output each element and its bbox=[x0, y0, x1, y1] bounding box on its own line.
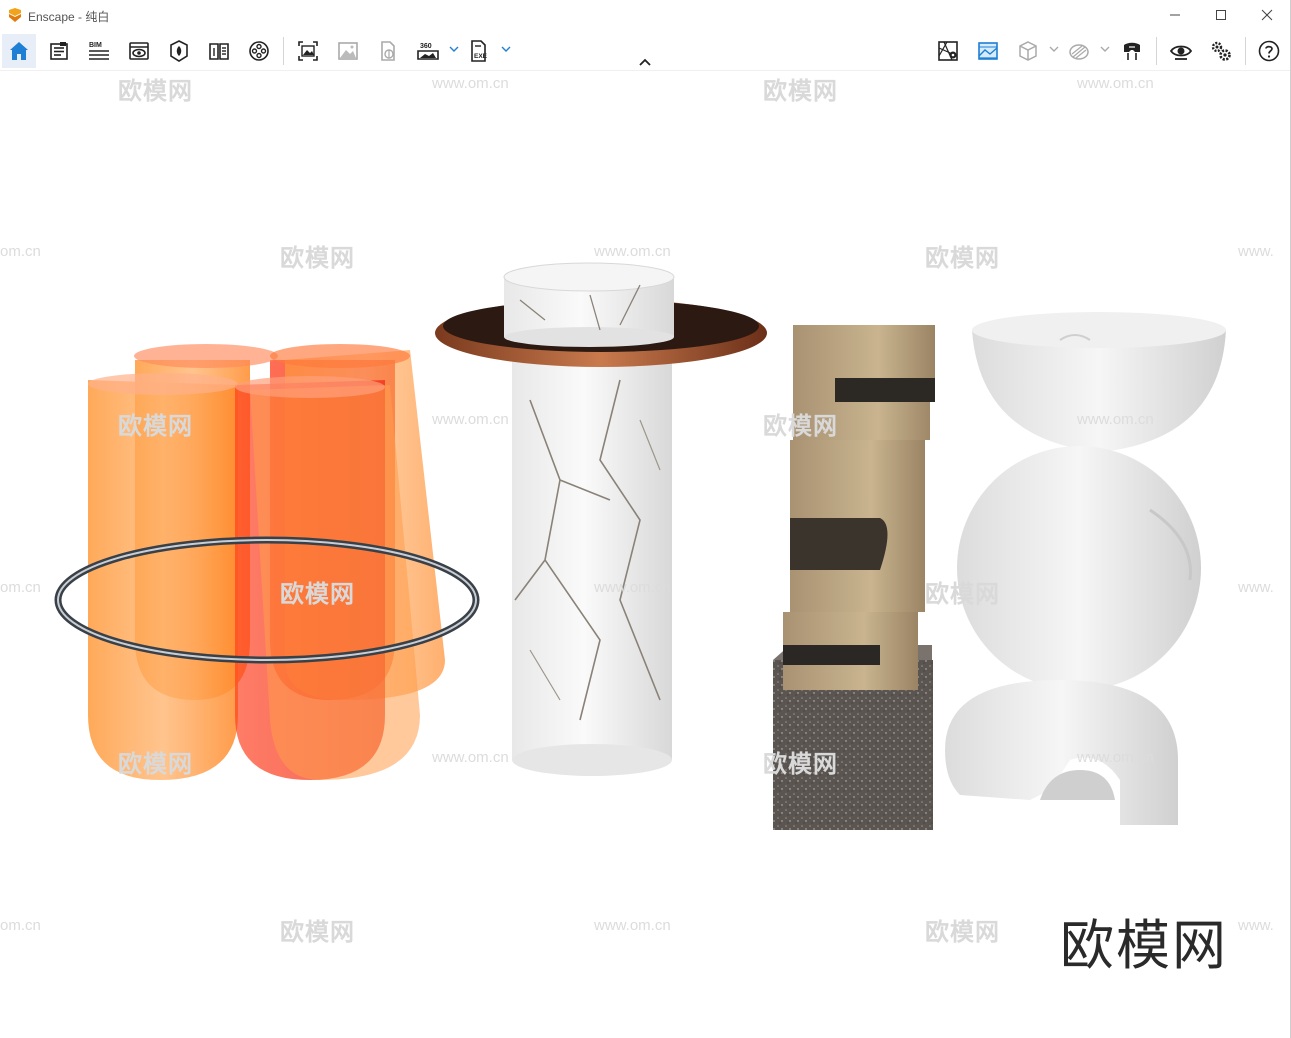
asset-library-button[interactable] bbox=[162, 34, 196, 68]
eye-view-button[interactable] bbox=[1164, 34, 1198, 68]
toolbar-separator bbox=[283, 37, 284, 65]
web-standalone-button[interactable] bbox=[371, 34, 405, 68]
watermark-url: www.om.cn bbox=[432, 749, 509, 766]
watermark-url: www. bbox=[1238, 243, 1274, 260]
light-view-button[interactable] bbox=[1062, 34, 1096, 68]
watermark: 欧模网 bbox=[763, 751, 838, 778]
home-button[interactable] bbox=[2, 34, 36, 68]
watermark-url: om.cn bbox=[0, 917, 41, 934]
watermark-url: www.om.cn bbox=[1077, 411, 1154, 428]
material-editor-icon bbox=[209, 43, 229, 60]
watermark: 欧模网 bbox=[118, 413, 193, 440]
watermark: 欧模网 bbox=[925, 245, 1000, 272]
watermark: 欧模网 bbox=[925, 919, 1000, 946]
help-icon bbox=[1258, 40, 1280, 62]
watermark: 欧模网 bbox=[763, 78, 838, 105]
watermark-url: www.om.cn bbox=[594, 579, 671, 596]
screenshot-button[interactable] bbox=[291, 34, 325, 68]
home-icon bbox=[10, 42, 28, 60]
exe-export-icon: EXE bbox=[471, 40, 488, 62]
toolbar-separator bbox=[1245, 37, 1246, 65]
marble-pillar-table bbox=[435, 262, 767, 776]
watermark-url: www.om.cn bbox=[1077, 749, 1154, 766]
maximize-button[interactable] bbox=[1209, 4, 1233, 26]
web-standalone-icon bbox=[381, 41, 395, 61]
video-editor-button[interactable] bbox=[242, 34, 276, 68]
svg-text:BIM: BIM bbox=[89, 42, 102, 49]
watermark: 欧模网 bbox=[280, 919, 355, 946]
cube-view-icon bbox=[1019, 41, 1037, 61]
vr-headset-button[interactable] bbox=[1115, 34, 1149, 68]
watermark: 欧模网 bbox=[118, 78, 193, 105]
watermark-url: www.om.cn bbox=[432, 75, 509, 92]
watermark: 欧模网 bbox=[763, 413, 838, 440]
watermark-url: www.om.cn bbox=[432, 411, 509, 428]
settings-icon bbox=[1211, 41, 1231, 61]
video-editor-icon bbox=[249, 41, 269, 61]
bim-info-button[interactable]: BIM bbox=[82, 34, 116, 68]
svg-text:360: 360 bbox=[420, 43, 432, 50]
material-editor-button[interactable] bbox=[202, 34, 236, 68]
chevron-down-icon[interactable] bbox=[501, 44, 511, 54]
help-button[interactable] bbox=[1252, 34, 1286, 68]
watermark: 欧模网 bbox=[118, 751, 193, 778]
panorama-360-icon: 360 bbox=[417, 43, 439, 60]
watermark-url: www.om.cn bbox=[594, 243, 671, 260]
watermark-url: om.cn bbox=[0, 243, 41, 260]
close-button[interactable] bbox=[1255, 4, 1279, 26]
view-management-button[interactable] bbox=[122, 34, 156, 68]
watermark-url: www. bbox=[1238, 579, 1274, 596]
close-icon bbox=[1261, 9, 1273, 21]
batch-render-icon bbox=[338, 42, 358, 60]
watermark-url: www.om.cn bbox=[594, 917, 671, 934]
maximize-icon bbox=[1216, 10, 1226, 20]
screenshot-icon bbox=[298, 41, 318, 61]
exe-export-button[interactable]: EXE bbox=[462, 34, 496, 68]
minimize-button[interactable] bbox=[1163, 4, 1187, 26]
map-icon bbox=[938, 41, 958, 61]
watermark: 欧模网 bbox=[280, 245, 355, 272]
map-button[interactable] bbox=[931, 34, 965, 68]
watermark-url: www.om.cn bbox=[1077, 75, 1154, 92]
rendered-scene bbox=[54, 262, 1226, 830]
cube-view-button[interactable] bbox=[1011, 34, 1045, 68]
atmosphere-button[interactable] bbox=[971, 34, 1005, 68]
watermark-url: om.cn bbox=[0, 579, 41, 596]
title-bar: Enscape - 纯白 bbox=[0, 0, 1291, 31]
chevron-down-icon[interactable] bbox=[449, 44, 459, 54]
chevron-down-icon[interactable] bbox=[1100, 44, 1110, 54]
watermark-url: www. bbox=[1238, 917, 1274, 934]
batch-render-button[interactable] bbox=[331, 34, 365, 68]
bim-info-icon: BIM bbox=[89, 42, 109, 60]
brand-logo-text: 欧模网 bbox=[1060, 914, 1228, 977]
view-management-icon bbox=[129, 42, 149, 60]
vr-headset-icon bbox=[1124, 42, 1140, 60]
settings-button[interactable] bbox=[1204, 34, 1238, 68]
light-view-icon bbox=[1069, 44, 1089, 60]
eye-view-icon bbox=[1169, 45, 1193, 60]
object-library-button[interactable] bbox=[42, 34, 76, 68]
render-viewport[interactable]: 欧模网 www.om.cn 欧模网 www.om.cn om.cn 欧模网 ww… bbox=[0, 71, 1291, 1038]
watermark: 欧模网 bbox=[925, 581, 1000, 608]
enscape-logo-icon bbox=[9, 8, 21, 22]
panorama-button[interactable]: 360 bbox=[411, 34, 445, 68]
minimize-icon bbox=[1170, 14, 1180, 16]
window-title: Enscape - 纯白 bbox=[28, 10, 110, 24]
collapse-toolbar-icon[interactable] bbox=[637, 56, 653, 68]
asset-library-icon bbox=[170, 40, 188, 62]
chevron-down-icon[interactable] bbox=[1049, 44, 1059, 54]
atmosphere-icon bbox=[978, 42, 998, 60]
object-library-icon bbox=[50, 42, 68, 60]
watermark: 欧模网 bbox=[280, 581, 355, 608]
toolbar-separator bbox=[1156, 37, 1157, 65]
svg-text:EXE: EXE bbox=[474, 53, 488, 60]
